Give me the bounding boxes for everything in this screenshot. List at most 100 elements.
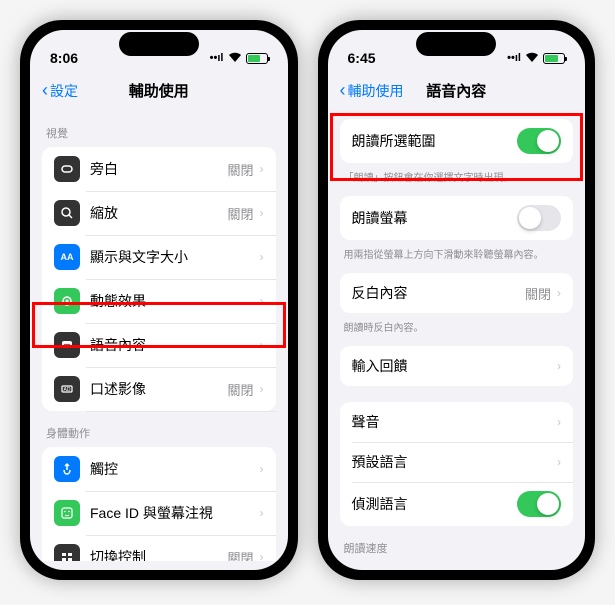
row-motion[interactable]: 動態效果 › [42, 279, 276, 323]
section-header-vision: 視覺 [30, 111, 288, 147]
back-label: 輔助使用 [348, 81, 404, 101]
row-value: 關閉 [227, 204, 253, 223]
row-speak-selection[interactable]: 朗讀所選範圍 [340, 119, 574, 163]
phone-left: 8:06 ••ıl ‹ 設定 輔助使用 視覺 [20, 20, 298, 580]
list-vision: 旁白 關閉 › 縮放 關閉 › AA 顯示與文字大小 › [42, 147, 276, 411]
row-faceid[interactable]: Face ID 與螢幕注視 › [42, 491, 276, 535]
list-voices: 聲音 › 預設語言 › 偵測語言 [340, 402, 574, 526]
toggle-detect-language[interactable] [517, 491, 561, 517]
status-time: 8:06 [50, 50, 78, 66]
chevron-right-icon: › [260, 250, 264, 264]
status-indicators: ••ıl [507, 52, 565, 65]
touch-icon [54, 456, 80, 482]
row-touch[interactable]: 觸控 › [42, 447, 276, 491]
row-label: Face ID 與螢幕注視 [90, 503, 260, 523]
row-display-text[interactable]: AA 顯示與文字大小 › [42, 235, 276, 279]
row-label: 縮放 [90, 203, 227, 223]
notch [119, 32, 199, 56]
row-label: 旁白 [90, 159, 227, 179]
section-header-rate: 朗讀速度 [328, 526, 586, 561]
motion-icon [54, 288, 80, 314]
text-size-icon: AA [54, 244, 80, 270]
toggle-speak-selection[interactable] [517, 128, 561, 154]
screen-left: 8:06 ••ıl ‹ 設定 輔助使用 視覺 [30, 30, 288, 570]
chevron-right-icon: › [260, 162, 264, 176]
row-value: 關閉 [227, 548, 253, 562]
chevron-left-icon: ‹ [340, 80, 346, 101]
status-indicators: ••ıl [210, 52, 268, 65]
row-typing-feedback[interactable]: 輸入回饋 › [340, 346, 574, 386]
row-spoken-content[interactable]: 語音內容 › [42, 323, 276, 367]
list-motor: 觸控 › Face ID 與螢幕注視 › 切換控制 關閉 › [42, 447, 276, 561]
screen-right: 6:45 ••ıl ‹ 輔助使用 語音內容 朗讀所選範圍 [328, 30, 586, 570]
footer-highlight: 朗讀時反白內容。 [328, 313, 586, 338]
row-label: 預設語言 [352, 452, 558, 472]
switch-control-icon [54, 544, 80, 561]
signal-icon: ••ıl [507, 52, 521, 64]
back-button[interactable]: ‹ 輔助使用 [340, 80, 404, 101]
row-label: 語音內容 [90, 335, 260, 355]
row-label: 口述影像 [90, 379, 227, 399]
row-label: 切換控制 [90, 547, 227, 561]
chevron-right-icon: › [260, 294, 264, 308]
section-header-motor: 身體動作 [30, 411, 288, 447]
svg-text:AD: AD [64, 387, 71, 393]
speech-icon [54, 332, 80, 358]
status-time: 6:45 [348, 50, 376, 66]
list-speak: 朗讀所選範圍 [340, 119, 574, 163]
wifi-icon [228, 52, 242, 65]
chevron-right-icon: › [260, 382, 264, 396]
chevron-right-icon: › [557, 286, 561, 300]
audio-desc-icon: AD [54, 376, 80, 402]
row-switch-control[interactable]: 切換控制 關閉 › [42, 535, 276, 561]
list-highlight: 反白內容 關閉 › [340, 273, 574, 313]
row-label: 觸控 [90, 459, 260, 479]
nav-header: ‹ 設定 輔助使用 [30, 74, 288, 111]
phone-right: 6:45 ••ıl ‹ 輔助使用 語音內容 朗讀所選範圍 [318, 20, 596, 580]
row-label: 顯示與文字大小 [90, 247, 260, 267]
row-audio-descriptions[interactable]: AD 口述影像 關閉 › [42, 367, 276, 411]
chevron-right-icon: › [260, 550, 264, 561]
faceid-icon [54, 500, 80, 526]
row-speak-screen[interactable]: 朗讀螢幕 [340, 196, 574, 240]
zoom-icon [54, 200, 80, 226]
row-value: 關閉 [227, 380, 253, 399]
content-scroll[interactable]: 朗讀所選範圍 「朗讀」按鈕會在你選擇文字時出現。 朗讀螢幕 用兩指從螢幕上方向下… [328, 111, 586, 561]
footer-speak-selection: 「朗讀」按鈕會在你選擇文字時出現。 [328, 163, 586, 188]
chevron-left-icon: ‹ [42, 80, 48, 101]
back-button[interactable]: ‹ 設定 [42, 80, 78, 101]
chevron-right-icon: › [260, 206, 264, 220]
chevron-right-icon: › [260, 338, 264, 352]
row-voices[interactable]: 聲音 › [340, 402, 574, 442]
row-voiceover[interactable]: 旁白 關閉 › [42, 147, 276, 191]
notch [416, 32, 496, 56]
voiceover-icon [54, 156, 80, 182]
chevron-right-icon: › [260, 462, 264, 476]
row-label: 動態效果 [90, 291, 260, 311]
chevron-right-icon: › [557, 455, 561, 469]
row-label: 輸入回饋 [352, 356, 558, 376]
toggle-speak-screen[interactable] [517, 205, 561, 231]
row-value: 關閉 [525, 284, 551, 303]
row-label: 偵測語言 [352, 494, 518, 514]
row-value: 關閉 [227, 160, 253, 179]
list-speak-screen: 朗讀螢幕 [340, 196, 574, 240]
chevron-right-icon: › [557, 359, 561, 373]
chevron-right-icon: › [260, 506, 264, 520]
row-label: 朗讀所選範圍 [352, 131, 518, 151]
row-label: 聲音 [352, 412, 558, 432]
row-default-language[interactable]: 預設語言 › [340, 442, 574, 482]
back-label: 設定 [50, 81, 78, 101]
content-scroll[interactable]: 視覺 旁白 關閉 › 縮放 關閉 › [30, 111, 288, 561]
wifi-icon [525, 52, 539, 65]
row-zoom[interactable]: 縮放 關閉 › [42, 191, 276, 235]
list-typing-feedback: 輸入回饋 › [340, 346, 574, 386]
row-label: 朗讀螢幕 [352, 208, 518, 228]
row-highlight-content[interactable]: 反白內容 關閉 › [340, 273, 574, 313]
signal-icon: ••ıl [210, 52, 224, 64]
row-detect-language[interactable]: 偵測語言 [340, 482, 574, 526]
footer-speak-screen: 用兩指從螢幕上方向下滑動來聆聽螢幕內容。 [328, 240, 586, 265]
chevron-right-icon: › [557, 415, 561, 429]
battery-icon [543, 53, 565, 64]
row-label: 反白內容 [352, 283, 525, 303]
